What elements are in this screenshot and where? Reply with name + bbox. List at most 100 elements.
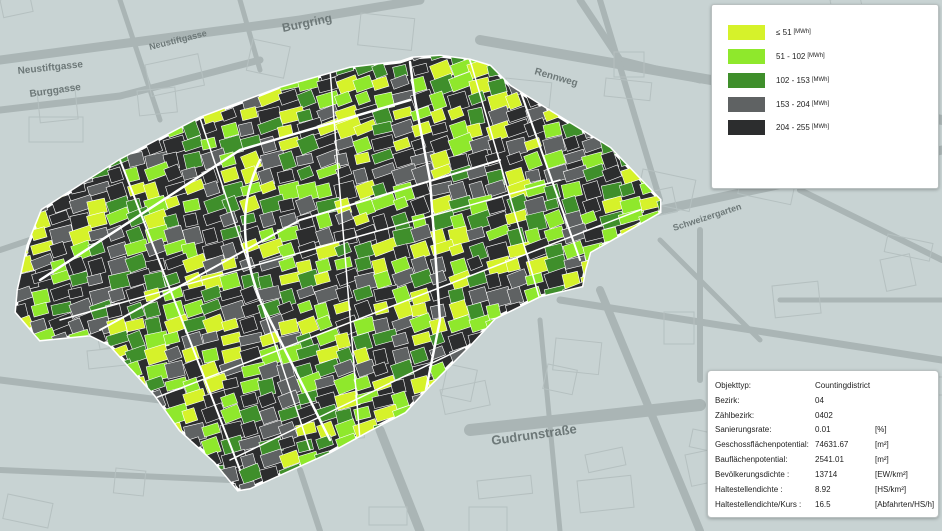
parcel [105,123,124,142]
parcel [505,374,525,394]
parcel [600,118,625,136]
legend-item: ≤ 51 [MWh] [728,23,811,41]
parcel [506,360,531,379]
parcel [16,356,39,379]
parcel [67,151,84,166]
parcel [599,423,616,442]
parcel [580,391,599,409]
parcel [429,451,455,468]
district[interactable] [10,42,685,502]
parcel [637,464,660,487]
parcel [449,436,468,455]
parcel [145,434,169,450]
parcel [601,481,620,490]
legend-item: 204 - 255 [MWh] [728,118,829,136]
parcel [29,180,51,197]
info-key: Objekttyp: [715,381,752,390]
parcel [31,433,51,451]
parcel [16,482,32,490]
parcel [428,481,452,490]
parcel [447,448,469,465]
parcel [598,241,616,262]
parcel [410,405,433,424]
parcel [579,92,598,111]
background-block [439,379,491,416]
parcel [125,107,146,129]
parcel [29,452,48,471]
parcel [657,133,660,154]
parcel [620,135,641,150]
street-label-burggasse: Burggasse [29,82,82,100]
district-parcels[interactable] [10,42,685,502]
parcel [69,346,87,363]
parcel [183,150,204,170]
parcel [637,331,654,348]
parcel [485,345,503,362]
parcel [48,477,76,490]
parcel [16,119,38,142]
parcel [601,226,619,243]
parcel [162,451,184,472]
parcel [429,418,457,442]
parcel [49,402,73,422]
parcel [598,76,617,96]
parcel [87,480,107,490]
parcel [525,479,544,490]
parcel [562,106,580,122]
parcel [29,421,52,441]
parcel [599,372,628,396]
parcel [220,56,242,64]
parcel [16,197,34,218]
parcel [561,374,580,391]
info-key: Zählbezirk: [715,411,755,420]
parcel [88,121,115,140]
parcel [505,483,524,490]
parcel [620,283,643,302]
legend-label: 102 - 153 [776,75,810,85]
info-key: Bevölkerungsdichte : [715,470,790,479]
parcel [562,332,580,352]
legend-label: 51 - 102 [776,51,806,61]
info-value: 16.5 [815,500,831,509]
parcel [601,450,621,466]
parcel [164,63,180,78]
parcel [221,77,239,93]
parcel [525,465,547,484]
info-unit: [%] [875,425,887,434]
parcel [487,363,506,380]
parcel [87,438,103,453]
parcel [563,347,582,365]
parcel [295,57,322,77]
parcel [316,476,343,490]
parcel [524,389,545,412]
parcel [352,448,381,473]
parcel [313,463,340,483]
parcel [333,56,360,64]
parcel [562,436,584,455]
parcel [88,104,114,120]
parcel [16,405,32,427]
parcel [50,166,76,185]
parcel [409,449,428,466]
parcel [201,56,228,63]
parcel [88,405,112,424]
street-label-rennweg: Rennweg [533,66,579,89]
parcel [68,452,87,472]
road [797,187,942,263]
parcel [86,77,103,98]
info-value: Countingdistrict [815,381,871,390]
background-block [468,506,508,531]
parcel [105,61,124,81]
legend-swatch [728,72,765,88]
parcel [620,420,639,435]
parcel [582,105,601,121]
parcel [487,377,504,392]
info-key: Geschossflächenpotential: [715,440,809,449]
parcel [107,479,132,490]
info-value: 0.01 [815,425,831,434]
legend-swatch [728,48,765,64]
parcel [523,377,544,393]
parcel [657,270,660,288]
parcel [48,120,66,139]
parcel [504,466,522,482]
